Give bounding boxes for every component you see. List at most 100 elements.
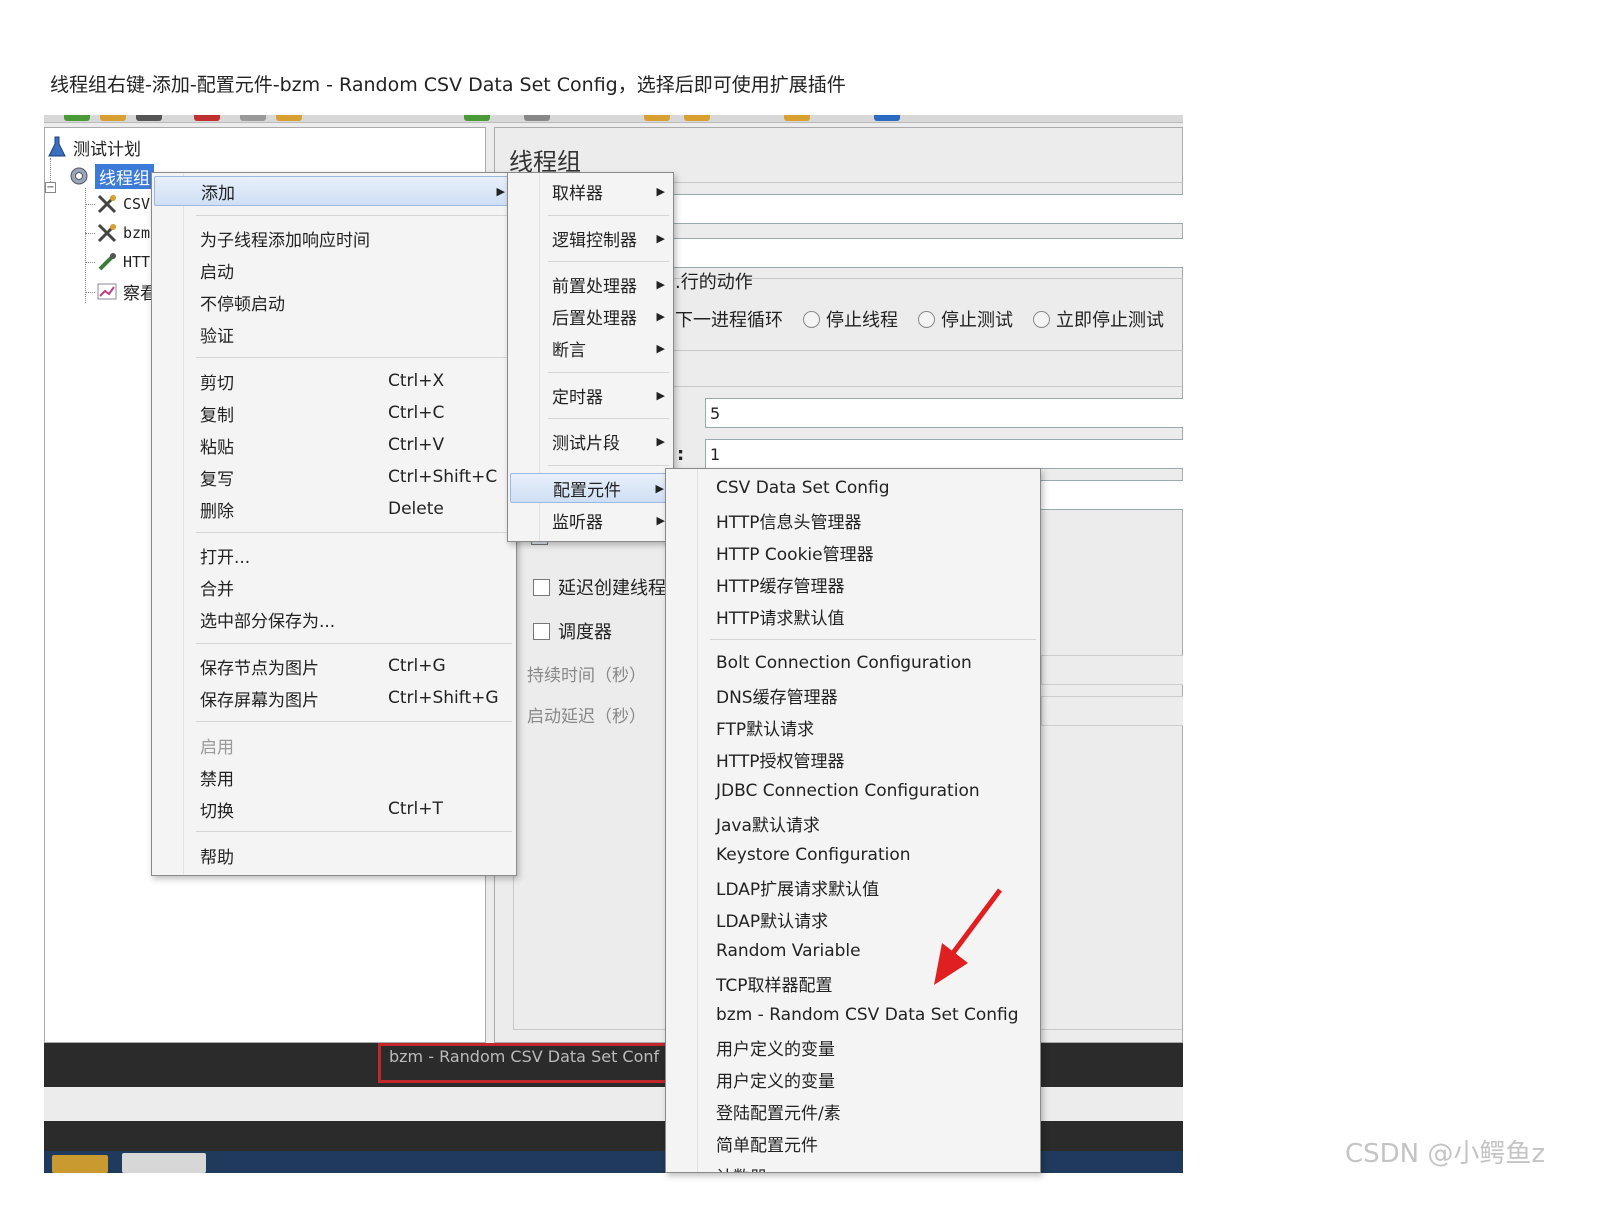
context-menu-item[interactable]: 打开... xyxy=(154,540,514,570)
context-menu-item[interactable]: 禁用 xyxy=(154,762,514,792)
config-element-item[interactable]: HTTP信息头管理器 xyxy=(668,505,1038,535)
tree-node-test-plan[interactable]: 测试计划 xyxy=(45,134,141,160)
config-element-item[interactable]: HTTP授权管理器 xyxy=(668,744,1038,774)
config-element-item[interactable]: Bolt Connection Configuration xyxy=(668,648,1038,678)
config-element-item[interactable]: 简单配置元件 xyxy=(668,1128,1038,1158)
radio-button[interactable] xyxy=(803,310,820,328)
toolbar-icon[interactable] xyxy=(64,115,90,121)
startup-delay-label: 启动延迟（秒） xyxy=(527,707,646,727)
threads-field[interactable]: 5 xyxy=(705,398,1183,428)
context-menu-item[interactable]: 保存屏幕为图片 Ctrl+Shift+G xyxy=(154,683,514,713)
chart-icon xyxy=(95,279,119,303)
toolbar-icon[interactable] xyxy=(874,115,900,121)
config-element-item[interactable]: Java默认请求 xyxy=(668,808,1038,838)
config-element-item[interactable]: HTTP缓存管理器 xyxy=(668,569,1038,599)
taskbar-app-icon[interactable] xyxy=(52,1155,108,1173)
add-submenu-item[interactable]: 监听器 ▶ xyxy=(510,505,671,535)
add-submenu-item[interactable]: 逻辑控制器 ▶ xyxy=(510,223,671,253)
checkbox-box[interactable] xyxy=(533,622,550,640)
config-element-item[interactable]: 用户定义的变量 xyxy=(668,1064,1038,1094)
collapse-icon[interactable]: − xyxy=(45,182,56,193)
context-menu-item[interactable]: 保存节点为图片 Ctrl+G xyxy=(154,651,514,681)
add-submenu-item[interactable]: 配置元件 ▶ xyxy=(510,473,671,503)
toolbar-icon[interactable] xyxy=(276,115,302,121)
gear-icon xyxy=(67,164,91,188)
context-menu-item[interactable]: 验证 xyxy=(154,319,514,349)
duration-field[interactable] xyxy=(1041,655,1183,685)
toolbar-icon[interactable] xyxy=(240,115,266,121)
wrench-icon xyxy=(95,221,119,245)
add-submenu-item[interactable]: 取样器 ▶ xyxy=(510,176,671,206)
menu-item-label: LDAP默认请求 xyxy=(716,911,829,932)
radio-stop-test-now[interactable]: 立即停止测试 xyxy=(1033,306,1164,332)
menu-item-label: 用户定义的变量 xyxy=(716,1071,835,1092)
toolbar-icon[interactable] xyxy=(684,115,710,121)
radio-stop-test[interactable]: 停止测试 xyxy=(918,306,1013,332)
menu-item-label: DNS缓存管理器 xyxy=(716,687,838,708)
context-menu-item[interactable]: 复写 Ctrl+Shift+C xyxy=(154,462,514,492)
startup-delay-field[interactable] xyxy=(1041,696,1183,726)
config-element-item[interactable]: DNS缓存管理器 xyxy=(668,680,1038,710)
tree-node-http[interactable]: HTT xyxy=(95,249,150,275)
name-field[interactable] xyxy=(655,194,1183,224)
delay-thread-creation-checkbox[interactable]: 延迟创建线程 xyxy=(533,574,666,600)
add-submenu-item[interactable]: 前置处理器 ▶ xyxy=(510,269,671,299)
menu-item-label: 计数器 xyxy=(716,1163,767,1173)
red-annotation-arrow-icon xyxy=(934,888,1003,985)
config-element-item[interactable]: HTTP Cookie管理器 xyxy=(668,537,1038,567)
tree-node-listener[interactable]: 察看 xyxy=(95,278,157,304)
context-menu-item[interactable]: 选中部分保存为... xyxy=(154,604,514,634)
toolbar-icon[interactable] xyxy=(464,115,490,121)
radio-button[interactable] xyxy=(918,310,935,328)
tree-node-csv[interactable]: CSV xyxy=(95,191,150,217)
toolbar-icon[interactable] xyxy=(644,115,670,121)
taskbar-app-icon[interactable] xyxy=(122,1153,206,1173)
toolbar-icon[interactable] xyxy=(784,115,810,121)
config-element-item[interactable]: Keystore Configuration xyxy=(668,840,1038,870)
context-menu-item[interactable]: 复制 Ctrl+C xyxy=(154,398,514,428)
radio-next-loop[interactable]: 下一进程循环 xyxy=(675,306,783,332)
toolbar-icon[interactable] xyxy=(136,115,162,121)
add-submenu-item[interactable]: 定时器 ▶ xyxy=(510,380,671,410)
context-menu-item[interactable]: 帮助 xyxy=(154,840,514,870)
add-submenu-item[interactable]: 后置处理器 ▶ xyxy=(510,301,671,331)
wrench-icon xyxy=(95,192,119,216)
context-menu-item[interactable]: 不停顿启动 xyxy=(154,287,514,317)
config-element-item[interactable]: CSV Data Set Config xyxy=(668,473,1038,503)
context-menu-item[interactable]: 粘贴 Ctrl+V xyxy=(154,430,514,460)
config-element-item[interactable]: JDBC Connection Configuration xyxy=(668,776,1038,806)
add-submenu-item[interactable]: 断言 ▶ xyxy=(510,333,671,363)
menu-item-label: 断言 xyxy=(552,340,586,361)
radio-button[interactable] xyxy=(1033,310,1050,328)
config-element-item[interactable]: 计数器 xyxy=(668,1160,1038,1173)
tree-node-bzm[interactable]: bzm xyxy=(95,220,150,246)
context-menu-item[interactable]: 切换 Ctrl+T xyxy=(154,794,514,824)
flask-icon xyxy=(45,135,69,159)
radio-stop-thread[interactable]: 停止线程 xyxy=(803,306,898,332)
config-element-item[interactable]: bzm - Random CSV Data Set Config xyxy=(668,1000,1038,1030)
scheduler-checkbox[interactable]: 调度器 xyxy=(533,618,612,644)
toolbar-icon[interactable] xyxy=(194,115,220,121)
config-element-item[interactable]: 用户定义的变量 xyxy=(668,1032,1038,1062)
context-menu-item[interactable]: 启动 xyxy=(154,255,514,285)
context-menu-item[interactable]: 为子线程添加响应时间 xyxy=(154,223,514,253)
checkbox-box[interactable] xyxy=(533,578,550,596)
config-element-item[interactable]: FTP默认请求 xyxy=(668,712,1038,742)
toolbar xyxy=(44,115,1183,123)
toolbar-icon[interactable] xyxy=(100,115,126,121)
config-element-item[interactable]: 登陆配置元件/素 xyxy=(668,1096,1038,1126)
context-menu-item[interactable]: 合并 xyxy=(154,572,514,602)
context-menu-item[interactable]: 添加 ▶ xyxy=(154,176,514,206)
context-menu-item[interactable]: 删除 Delete xyxy=(154,494,514,524)
tree-node-thread-group[interactable]: 线程组 xyxy=(67,163,154,189)
comment-field[interactable] xyxy=(655,238,1183,268)
config-element-item[interactable]: HTTP请求默认值 xyxy=(668,601,1038,631)
screenshot-root: 线程组右键-添加-配置元件-bzm - Random CSV Data Set … xyxy=(0,0,1615,1213)
toolbar-icon[interactable] xyxy=(524,115,550,121)
menu-item-label: HTTP信息头管理器 xyxy=(716,512,862,533)
context-menu-item[interactable]: 启用 xyxy=(154,730,514,760)
menu-item-label: HTTP Cookie管理器 xyxy=(716,544,874,565)
context-menu-item[interactable]: 剪切 Ctrl+X xyxy=(154,366,514,396)
ramp-up-field[interactable]: 1 xyxy=(705,439,1183,469)
add-submenu-item[interactable]: 测试片段 ▶ xyxy=(510,426,671,456)
